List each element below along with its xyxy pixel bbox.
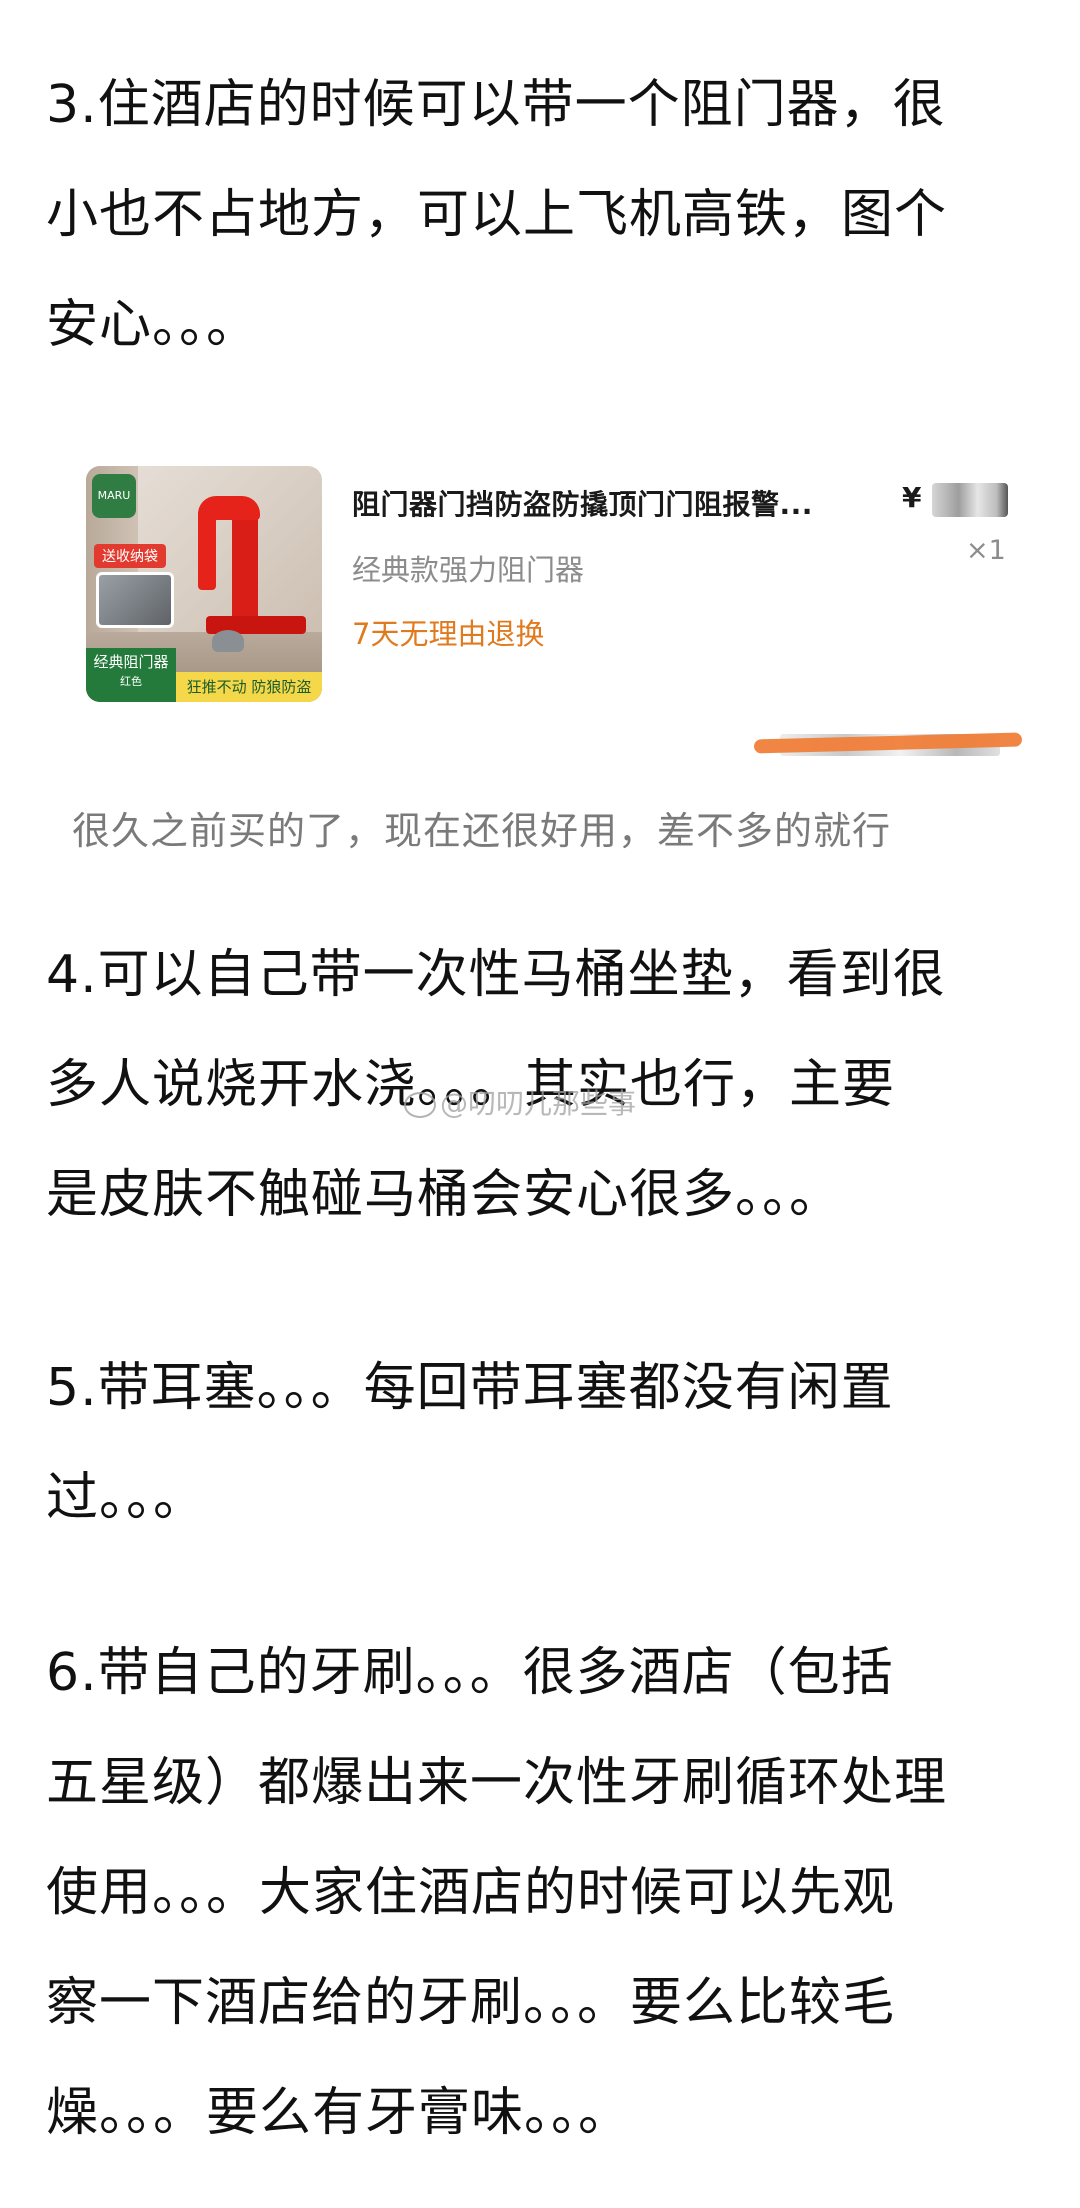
product-title[interactable]: 阻门器门挡防盗防撬顶门门阻报警... <box>352 483 813 523</box>
storage-bag-image <box>96 572 174 628</box>
thumbnail-label-main-text: 经典阻门器 <box>93 653 169 671</box>
return-policy: 7天无理由退换 <box>352 617 545 651</box>
product-thumbnail[interactable]: MARU 送收纳袋 经典阻门器 红色 狂推不动 防狼防盗 <box>86 466 322 702</box>
paragraph-6: 6.带自己的牙刷。。。很多酒店（包括 五星级）都爆出来一次性牙刷循环处理 使用。… <box>46 1643 948 2143</box>
door-stopper-base <box>212 630 244 652</box>
redaction-scribble <box>753 728 1023 764</box>
image-caption: 很久之前买的了，现在还很好用，差不多的就行 <box>72 809 892 853</box>
price-blur-mask <box>932 483 1008 517</box>
door-stopper-post <box>232 510 258 630</box>
paragraph-5: 5.带耳塞。。。每回带耳塞都没有闲置 过。。。 <box>46 1358 894 1528</box>
door-stopper-top <box>198 496 260 520</box>
product-quantity: ×1 <box>966 535 1006 566</box>
price-symbol: ¥ <box>902 481 922 514</box>
watermark: @叨叨儿那些事 <box>404 1082 636 1122</box>
paragraph-3: 3.住酒店的时候可以带一个阻门器，很 小也不占地方，可以上飞机高铁，图个 安心。… <box>46 75 948 355</box>
brand-badge: MARU <box>92 474 136 518</box>
watermark-text: @叨叨儿那些事 <box>440 1087 637 1120</box>
gift-tag: 送收纳袋 <box>94 544 166 568</box>
product-card[interactable]: MARU 送收纳袋 经典阻门器 红色 狂推不动 防狼防盗 阻门器门挡防盗防撬顶门… <box>86 463 1026 703</box>
door-stopper-arm <box>198 510 216 590</box>
thumbnail-label-right: 狂推不动 防狼防盗 <box>176 672 322 702</box>
price-redacted: ¥ <box>902 477 1012 519</box>
weibo-icon <box>404 1092 436 1118</box>
thumbnail-label-color: 红色 <box>120 675 142 688</box>
product-variant: 经典款强力阻门器 <box>352 553 585 587</box>
thumbnail-label-main: 经典阻门器 红色 <box>86 648 176 702</box>
